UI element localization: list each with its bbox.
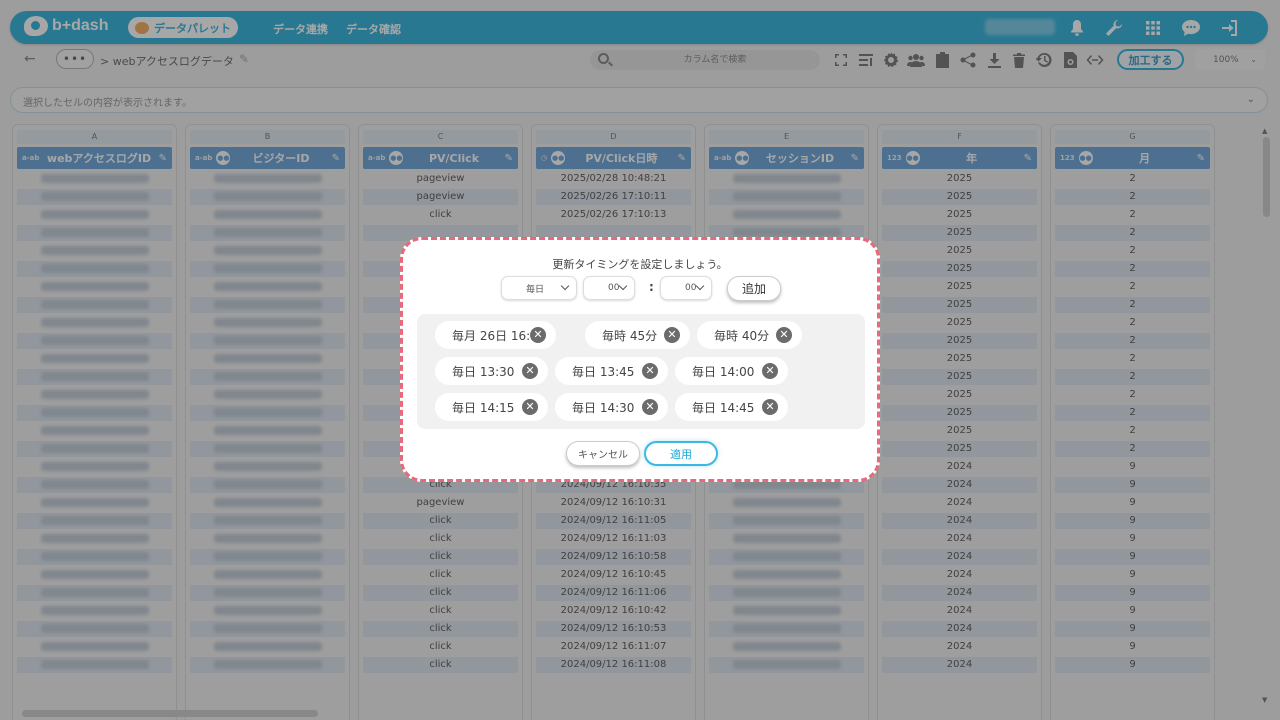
update-timing-dialog: 更新タイミングを設定しましょう。 毎日 00 : 00 追加 毎月 26日 16… bbox=[400, 237, 880, 482]
frequency-value: 毎日 bbox=[526, 284, 545, 295]
schedule-chip: 毎日 14:45 ✕ bbox=[675, 393, 788, 421]
cancel-button[interactable]: キャンセル bbox=[566, 441, 640, 466]
schedule-chip: 毎日 13:30 ✕ bbox=[435, 357, 548, 385]
schedule-chip-label: 毎時 45分 bbox=[602, 328, 658, 343]
dialog-title: 更新タイミングを設定しましょう。 bbox=[552, 258, 728, 271]
schedule-chip-label: 毎日 14:30 bbox=[572, 400, 635, 415]
schedule-chip: 毎時 45分 ✕ bbox=[585, 321, 690, 349]
schedule-chip-label: 毎日 14:00 bbox=[692, 364, 755, 379]
remove-icon[interactable]: ✕ bbox=[664, 327, 680, 343]
remove-icon[interactable]: ✕ bbox=[522, 363, 538, 379]
schedule-chip-label: 毎日 14:15 bbox=[452, 400, 515, 415]
schedule-chip-label: 毎日 13:30 bbox=[452, 364, 515, 379]
remove-icon[interactable]: ✕ bbox=[642, 399, 658, 415]
remove-icon[interactable]: ✕ bbox=[776, 327, 792, 343]
minute-select[interactable]: 00 bbox=[660, 276, 712, 300]
frequency-select[interactable]: 毎日 bbox=[501, 276, 577, 300]
schedule-chip-label: 毎日 14:45 bbox=[692, 400, 755, 415]
horizontal-scrollbar[interactable] bbox=[22, 710, 318, 717]
schedule-chip: 毎日 14:15 ✕ bbox=[435, 393, 548, 421]
minute-value: 00 bbox=[685, 283, 697, 293]
time-separator: : bbox=[649, 280, 654, 294]
hour-value: 00 bbox=[608, 283, 620, 293]
schedule-chip: 毎時 40分 ✕ bbox=[697, 321, 802, 349]
remove-icon[interactable]: ✕ bbox=[762, 363, 778, 379]
schedule-chip: 毎日 14:00 ✕ bbox=[675, 357, 788, 385]
chevron-down-icon bbox=[695, 281, 705, 291]
hour-select[interactable]: 00 bbox=[583, 276, 635, 300]
chevron-down-icon bbox=[560, 281, 570, 291]
schedule-chip: 毎日 14:30 ✕ bbox=[555, 393, 668, 421]
remove-icon[interactable]: ✕ bbox=[522, 399, 538, 415]
remove-icon[interactable]: ✕ bbox=[642, 363, 658, 379]
remove-icon[interactable]: ✕ bbox=[762, 399, 778, 415]
add-button[interactable]: 追加 bbox=[727, 276, 781, 301]
chevron-down-icon bbox=[618, 281, 628, 291]
schedule-chip-list: 毎月 26日 16:30 ✕ 毎時 45分 ✕ 毎時 40分 ✕ 毎日 13:30 ✕ 毎日 1… bbox=[417, 314, 865, 429]
schedule-chip: 毎月 26日 16:30 ✕ bbox=[435, 321, 556, 349]
schedule-chip-label: 毎日 13:45 bbox=[572, 364, 635, 379]
vertical-scrollbar[interactable] bbox=[1263, 137, 1270, 217]
remove-icon[interactable]: ✕ bbox=[530, 327, 546, 343]
apply-button[interactable]: 適用 bbox=[644, 441, 718, 466]
schedule-chip-label: 毎時 40分 bbox=[714, 328, 770, 343]
schedule-chip: 毎日 13:45 ✕ bbox=[555, 357, 668, 385]
